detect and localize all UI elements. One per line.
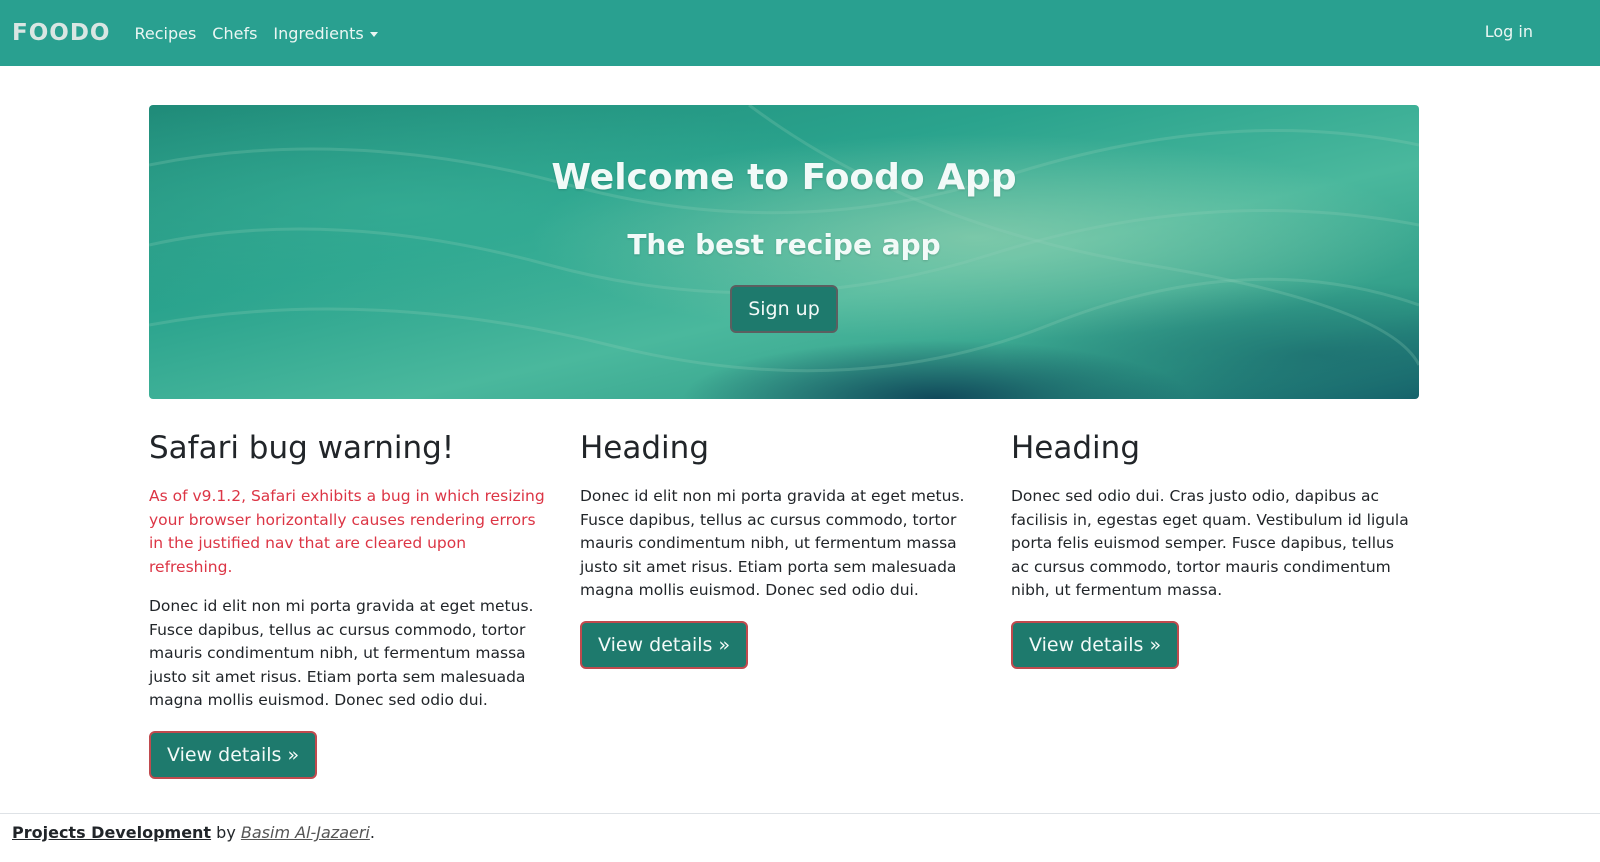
column-text: Donec id elit non mi porta gravida at eg… [580, 487, 965, 599]
column-heading-2: Heading Donec id elit non mi porta gravi… [580, 431, 980, 669]
nav-link-recipes[interactable]: Recipes [134, 24, 196, 43]
view-details-button[interactable]: View details » [1011, 620, 1180, 669]
hero-subtitle: The best recipe app [627, 228, 941, 261]
column-text: Donec sed odio dui. Cras justo odio, dap… [1011, 487, 1409, 599]
nav-dropdown-ingredients[interactable]: Ingredients [273, 23, 378, 43]
view-details-button[interactable]: View details » [149, 730, 318, 779]
login-link[interactable]: Log in [1485, 22, 1533, 41]
view-details-button[interactable]: View details » [580, 620, 749, 669]
hero-title: Welcome to Foodo App [551, 157, 1017, 198]
column-heading: Heading [580, 430, 709, 466]
warning-text: As of v9.1.2, Safari exhibits a bug in w… [149, 487, 545, 576]
brand-logo[interactable]: FOODO [12, 20, 110, 46]
column-heading-3: Heading Donec sed odio dui. Cras justo o… [1011, 431, 1411, 669]
column-safari-warning: Safari bug warning! As of v9.1.2, Safari… [149, 431, 549, 779]
footer-author-link[interactable]: Basim Al-Jazaeri [241, 823, 370, 842]
footer-period: . [369, 823, 375, 842]
hero-content: Welcome to Foodo App The best recipe app… [149, 157, 1419, 333]
column-heading: Safari bug warning! [149, 430, 455, 466]
footer-project-link[interactable]: Projects Development [12, 823, 211, 842]
footer-by-text: by [211, 823, 241, 842]
nav-dropdown-label: Ingredients [273, 23, 364, 43]
column-text: Donec id elit non mi porta gravida at eg… [149, 597, 534, 709]
nav-link-chefs[interactable]: Chefs [212, 24, 257, 43]
column-heading: Heading [1011, 430, 1140, 466]
page-footer: Projects Development by Basim Al-Jazaeri… [0, 813, 1600, 862]
hero-banner: Welcome to Foodo App The best recipe app… [149, 105, 1419, 399]
top-navbar: FOODO Recipes Chefs Ingredients Log in [0, 0, 1600, 66]
signup-button[interactable]: Sign up [730, 285, 838, 333]
caret-down-icon [369, 31, 378, 37]
